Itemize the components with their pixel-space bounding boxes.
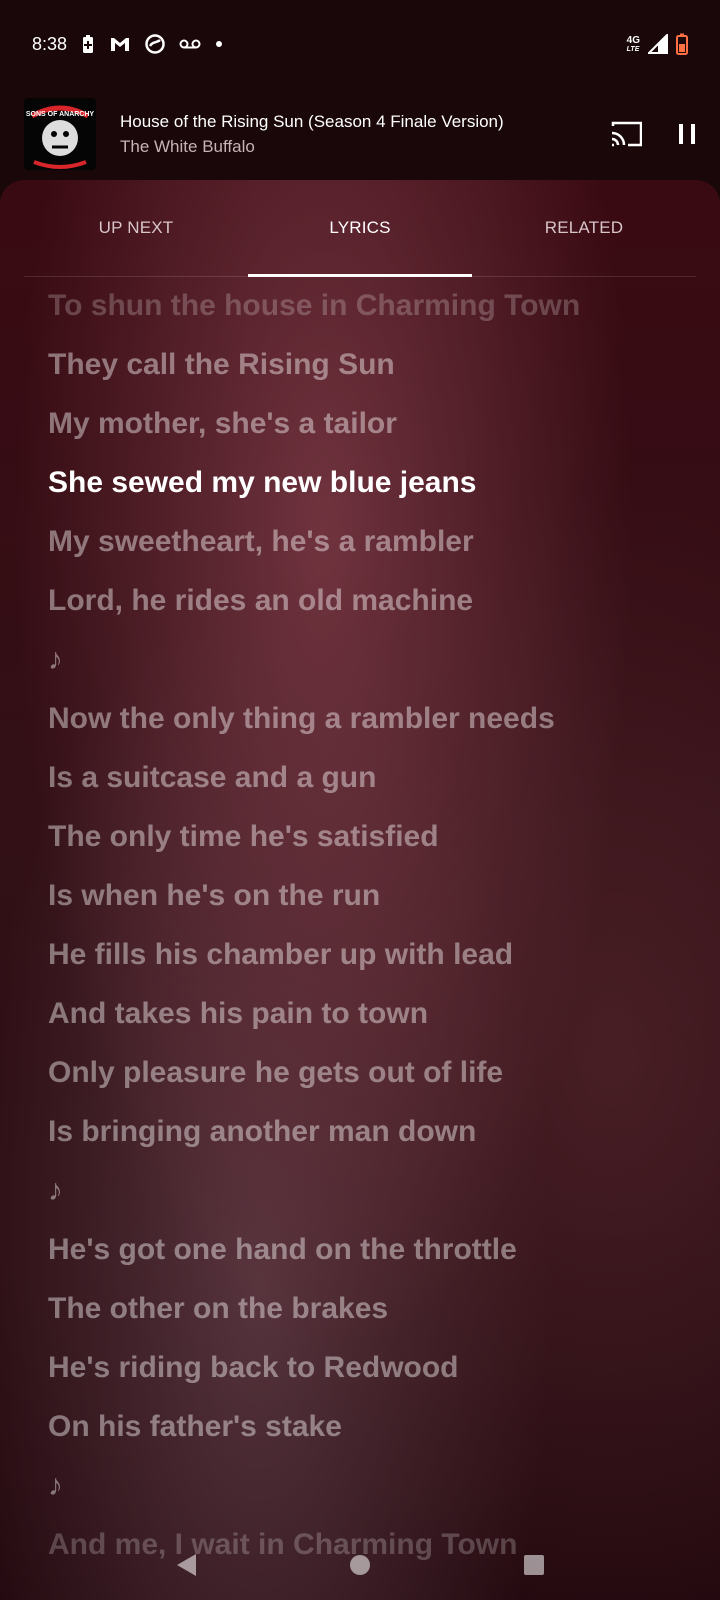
lyrics-sheet: UP NEXT LYRICS RELATED To shun the house… xyxy=(0,180,720,1600)
navigation-bar xyxy=(0,1530,720,1600)
battery-icon xyxy=(676,33,688,55)
tab-related[interactable]: RELATED xyxy=(472,180,696,276)
lyric-line[interactable]: They call the Rising Sun xyxy=(48,335,684,394)
tab-up-next[interactable]: UP NEXT xyxy=(24,180,248,276)
lyric-line[interactable]: Is a suitcase and a gun xyxy=(48,748,684,807)
lyric-line[interactable]: Only pleasure he gets out of life xyxy=(48,1043,684,1102)
lyric-line[interactable]: He's riding back to Redwood xyxy=(48,1338,684,1397)
lyric-line[interactable]: Is when he's on the run xyxy=(48,866,684,925)
lyric-line[interactable]: My sweetheart, he's a rambler xyxy=(48,512,684,571)
lyric-line[interactable]: Is bringing another man down xyxy=(48,1102,684,1161)
tab-lyrics[interactable]: LYRICS xyxy=(248,180,472,277)
voicemail-icon xyxy=(179,38,201,50)
sync-icon xyxy=(145,34,165,54)
track-title[interactable]: House of the Rising Sun (Season 4 Finale… xyxy=(120,112,592,132)
status-bar: 8:38 4G LTE xyxy=(0,0,720,88)
mini-player[interactable]: SONS OF ANARCHY House of the Rising Sun … xyxy=(0,88,720,180)
home-icon[interactable] xyxy=(348,1553,372,1577)
back-icon[interactable] xyxy=(174,1552,198,1578)
network-label: 4G xyxy=(626,34,640,46)
lyric-line[interactable]: To shun the house in Charming Town xyxy=(48,276,684,335)
lyric-line[interactable]: Now the only thing a rambler needs xyxy=(48,689,684,748)
music-note-line: ♪ xyxy=(48,1174,63,1207)
lyrics-list[interactable]: To shun the house in Charming Town They … xyxy=(48,276,684,1574)
album-art-text: SONS OF ANARCHY xyxy=(26,111,95,118)
signal-icon xyxy=(648,34,668,54)
lyric-line[interactable]: And takes his pain to town xyxy=(48,984,684,1043)
lyric-line[interactable]: My mother, she's a tailor xyxy=(48,394,684,453)
network-type-icon: 4G LTE xyxy=(626,34,640,53)
status-time: 8:38 xyxy=(32,33,68,54)
lyric-line-current[interactable]: She sewed my new blue jeans xyxy=(48,453,684,512)
music-note-line: ♪ xyxy=(48,643,63,676)
pause-icon[interactable] xyxy=(678,122,696,146)
battery-saver-icon xyxy=(81,34,95,54)
recents-icon[interactable] xyxy=(522,1553,546,1577)
lyric-line[interactable]: He's got one hand on the throttle xyxy=(48,1220,684,1279)
music-note-line: ♪ xyxy=(48,1469,63,1502)
lyric-line[interactable]: On his father's stake xyxy=(48,1397,684,1456)
lyric-line[interactable]: He fills his chamber up with lead xyxy=(48,925,684,984)
lyric-line[interactable]: Lord, he rides an old machine xyxy=(48,571,684,630)
album-art[interactable]: SONS OF ANARCHY xyxy=(24,98,96,170)
lyric-line[interactable]: The only time he's satisfied xyxy=(48,807,684,866)
notification-dot-icon xyxy=(215,40,223,48)
cast-icon[interactable] xyxy=(610,121,642,147)
network-sublabel: LTE xyxy=(626,45,640,53)
gmail-icon xyxy=(109,35,131,53)
track-artist[interactable]: The White Buffalo xyxy=(120,137,592,157)
tabs-bar: UP NEXT LYRICS RELATED xyxy=(24,180,696,277)
lyric-line[interactable]: The other on the brakes xyxy=(48,1279,684,1338)
